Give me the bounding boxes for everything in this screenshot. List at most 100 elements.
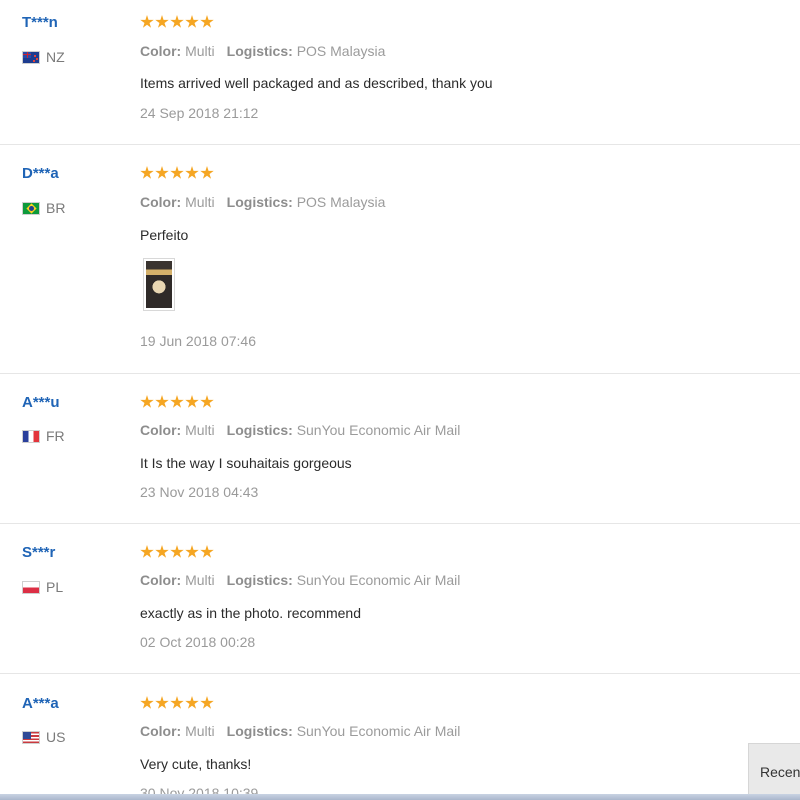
review-date: 02 Oct 2018 00:28 — [140, 634, 256, 650]
reviewer-name[interactable]: D***a — [22, 165, 59, 182]
country-code: US — [46, 729, 66, 745]
logistics-label: Logistics: — [226, 194, 293, 210]
color-info: Color: Multi — [140, 194, 215, 210]
star-icon — [170, 15, 184, 28]
color-label: Color: — [140, 194, 182, 210]
color-info: Color: Multi — [140, 723, 215, 739]
star-rating — [140, 696, 214, 710]
reviewer-name[interactable]: T***n — [22, 14, 58, 31]
color-label: Color: — [140, 43, 182, 59]
review-meta: Color: Multi Logistics: POS Malaysia — [140, 43, 385, 59]
reviewer-name[interactable]: S***r — [22, 544, 55, 561]
review-item: S***r PL Color: Multi Logistics: SunYou … — [0, 524, 800, 674]
star-icon — [140, 696, 154, 709]
star-icon — [185, 696, 199, 709]
star-icon — [140, 395, 154, 408]
star-icon — [170, 166, 184, 179]
flag-pl-icon — [22, 580, 40, 594]
review-item: A***u FR Color: Multi Logistics: SunYou … — [0, 374, 800, 524]
review-meta: Color: Multi Logistics: SunYou Economic … — [140, 572, 460, 588]
star-icon — [140, 545, 154, 558]
star-icon — [170, 696, 184, 709]
review-meta: Color: Multi Logistics: SunYou Economic … — [140, 723, 460, 739]
color-value: Multi — [185, 43, 215, 59]
color-info: Color: Multi — [140, 422, 215, 438]
review-text: exactly as in the photo. recommend — [140, 605, 362, 621]
color-value: Multi — [185, 194, 215, 210]
star-rating — [140, 395, 214, 409]
color-label: Color: — [140, 572, 182, 588]
logistics-info: Logistics: SunYou Economic Air Mail — [227, 723, 461, 739]
star-icon — [155, 545, 169, 558]
reviewer-country: BR — [22, 200, 65, 216]
review-text: Items arrived well packaged and as descr… — [140, 75, 493, 91]
logistics-label: Logistics: — [226, 572, 293, 588]
country-code: PL — [46, 579, 64, 595]
star-icon — [200, 696, 214, 709]
recent-tab[interactable]: Recent — [748, 743, 800, 800]
star-rating — [140, 15, 214, 29]
star-icon — [185, 166, 199, 179]
logistics-info: Logistics: POS Malaysia — [227, 194, 386, 210]
review-date: 24 Sep 2018 21:12 — [140, 105, 259, 121]
flag-br-icon — [22, 201, 40, 215]
logistics-label: Logistics: — [226, 723, 293, 739]
star-icon — [185, 545, 199, 558]
star-icon — [140, 15, 154, 28]
color-info: Color: Multi — [140, 43, 215, 59]
color-value: Multi — [185, 572, 215, 588]
star-icon — [155, 15, 169, 28]
review-item: D***a BR Color: Multi Logistics: POS Mal… — [0, 145, 800, 374]
reviewer-name[interactable]: A***u — [22, 394, 60, 411]
logistics-value: POS Malaysia — [296, 194, 386, 210]
review-text: Very cute, thanks! — [140, 756, 252, 772]
logistics-value: SunYou Economic Air Mail — [296, 422, 461, 438]
logistics-label: Logistics: — [226, 43, 293, 59]
country-code: FR — [46, 428, 65, 444]
reviewer-country: NZ — [22, 49, 65, 65]
star-icon — [155, 696, 169, 709]
logistics-value: SunYou Economic Air Mail — [296, 572, 461, 588]
star-rating — [140, 166, 214, 180]
reviewer-country: FR — [22, 428, 65, 444]
review-date: 19 Jun 2018 07:46 — [140, 333, 256, 349]
logistics-info: Logistics: SunYou Economic Air Mail — [227, 572, 461, 588]
reviews-page: T***n NZ Color: Multi Logistics: POS Mal… — [0, 0, 800, 800]
star-icon — [200, 395, 214, 408]
review-item: T***n NZ Color: Multi Logistics: POS Mal… — [0, 0, 800, 145]
star-icon — [140, 166, 154, 179]
color-info: Color: Multi — [140, 572, 215, 588]
reviewer-country: PL — [22, 579, 63, 595]
country-code: NZ — [46, 49, 65, 65]
star-icon — [185, 15, 199, 28]
logistics-value: POS Malaysia — [296, 43, 386, 59]
flag-fr-icon — [22, 429, 40, 443]
star-icon — [200, 15, 214, 28]
star-icon — [170, 545, 184, 558]
color-label: Color: — [140, 723, 182, 739]
color-label: Color: — [140, 422, 182, 438]
logistics-info: Logistics: SunYou Economic Air Mail — [227, 422, 461, 438]
logistics-label: Logistics: — [226, 422, 293, 438]
flag-us-icon — [22, 730, 40, 744]
reviewer-country: US — [22, 729, 65, 745]
star-icon — [155, 166, 169, 179]
country-code: BR — [46, 200, 66, 216]
flag-nz-icon — [22, 50, 40, 64]
star-icon — [200, 166, 214, 179]
color-value: Multi — [185, 422, 215, 438]
reviewer-name[interactable]: A***a — [22, 695, 59, 712]
star-icon — [185, 395, 199, 408]
review-meta: Color: Multi Logistics: SunYou Economic … — [140, 422, 460, 438]
recent-tab-label: Recent — [760, 764, 800, 780]
review-photo-thumbnail[interactable] — [143, 258, 175, 311]
color-value: Multi — [185, 723, 215, 739]
star-icon — [200, 545, 214, 558]
review-item: A***a US Color: Multi Logistics: SunYou … — [0, 674, 800, 800]
star-rating — [140, 545, 214, 559]
review-text: It Is the way I souhaitais gorgeous — [140, 455, 352, 471]
review-meta: Color: Multi Logistics: POS Malaysia — [140, 194, 385, 210]
review-photo — [146, 261, 172, 308]
taskbar-edge — [0, 794, 800, 800]
review-date: 23 Nov 2018 04:43 — [140, 484, 259, 500]
